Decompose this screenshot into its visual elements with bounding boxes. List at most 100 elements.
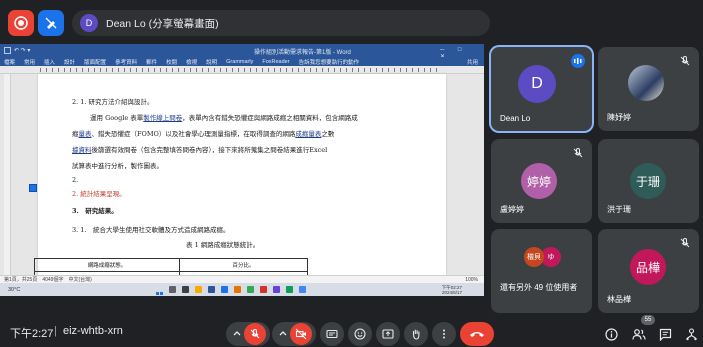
undo-icon: ↶ ↷ ▾ — [14, 48, 31, 54]
raise-hand-button[interactable] — [404, 322, 428, 346]
avatar: 于珊 — [630, 163, 666, 199]
avatar: 婷婷 — [521, 163, 557, 199]
more-vert-icon — [443, 329, 445, 339]
people-icon — [632, 328, 646, 340]
taskbar-app-icon[interactable] — [182, 286, 190, 293]
ribbon-tab[interactable]: 檔案 — [4, 58, 15, 66]
taskbar-clock: 下午02:27 2024/6/17 — [441, 284, 462, 295]
present-icon — [382, 329, 394, 339]
camera-control[interactable] — [272, 322, 316, 346]
avatar: 品樺 — [630, 249, 666, 285]
taskbar-app-icon[interactable] — [273, 286, 281, 293]
table-caption: 表 1 網路成癮狀態統計。 — [186, 241, 260, 249]
avatar: ゆ — [541, 247, 561, 267]
ribbon-tab[interactable]: FoxReader — [262, 59, 289, 65]
presenter-avatar: D — [80, 14, 98, 32]
participant-name: 林品樺 — [607, 295, 631, 304]
leave-call-button[interactable] — [460, 322, 494, 346]
word-app-icon[interactable] — [208, 286, 216, 293]
ribbon-tab[interactable]: Grammarly — [226, 59, 253, 65]
participant-tile[interactable]: 于珊 洪于珊 — [598, 139, 699, 223]
doc-subsection: 3. 1. 統合大學生使用社交軟體及方式造成網路成癮。 — [72, 226, 230, 234]
participant-name: 陳妤婷 — [607, 113, 631, 122]
doc-section-heading: 3. 研究結果。 — [72, 207, 118, 215]
meeting-info-button[interactable] — [600, 323, 622, 345]
hand-icon — [412, 329, 420, 340]
zoom-level[interactable]: 100% — [465, 277, 478, 283]
ruler-ticks — [40, 68, 440, 72]
camera-off-button[interactable] — [290, 323, 312, 345]
document-page[interactable]: 2. 1. 研究方法介紹與設計。 運用 Google 表單製作線上問卷，表單內含… — [38, 74, 446, 275]
chat-button[interactable] — [654, 323, 676, 345]
taskbar-app-icon[interactable] — [299, 286, 307, 293]
participant-tile[interactable]: 陳妤婷 — [598, 47, 699, 131]
word-status-text: 第1頁，共25頁 4049個字 中文(台灣) — [4, 277, 92, 283]
taskbar-search-icon[interactable] — [169, 286, 177, 293]
clock: 下午2:27 — [10, 328, 54, 340]
meeting-code[interactable]: eiz-whtb-xrn — [63, 325, 123, 337]
taskbar-app-icon[interactable] — [260, 286, 268, 293]
chevron-up-icon[interactable] — [278, 328, 288, 338]
participant-name: 盧婷婷 — [500, 205, 524, 214]
edge-icon[interactable] — [221, 286, 229, 293]
folder-icon[interactable] — [195, 286, 203, 293]
save-icon — [4, 47, 11, 54]
chat-icon — [659, 328, 671, 341]
profile-photo-avatar — [628, 65, 664, 101]
more-participants-tile[interactable]: 楷貝 ゆ 還有另外 49 位使用者 — [491, 229, 592, 313]
ribbon-tab[interactable]: 版面配置 — [84, 58, 106, 66]
ribbon-tab[interactable]: 設計 — [64, 58, 75, 66]
participant-name: 洪于珊 — [607, 205, 631, 214]
participant-tile[interactable]: D Dean Lo — [491, 47, 592, 131]
ribbon-tab[interactable]: 校閱 — [166, 58, 177, 66]
word-title: 操作組別活動需求報告-第1版 - Word — [254, 50, 351, 56]
taskbar-app-icon[interactable] — [234, 286, 242, 293]
doc-paragraph-line: 運用 Google 表單製作線上問卷，表單內含有錯失恐懼症與網路成癮之相關資料，… — [90, 114, 358, 122]
captions-button[interactable] — [320, 322, 344, 346]
word-title-bar: ↶ ↷ ▾ 操作組別活動需求報告-第1版 - Word ─ □ ✕ — [0, 44, 484, 60]
camera-off-icon — [295, 328, 307, 340]
shared-screen: ↶ ↷ ▾ 操作組別活動需求報告-第1版 - Word ─ □ ✕ 檔案 常用 … — [0, 44, 484, 296]
pen-off-icon — [45, 17, 57, 29]
people-button[interactable] — [628, 323, 650, 345]
ribbon-tab[interactable]: 檢視 — [186, 58, 197, 66]
ribbon-search[interactable]: 告訴我您想要執行的動作 — [299, 58, 360, 66]
ribbon-tab[interactable]: 郵件 — [146, 58, 157, 66]
annotate-button[interactable] — [38, 10, 64, 36]
word-ribbon: 檔案 常用 插入 設計 版面配置 參考資料 郵件 校閱 檢視 說明 Gramma… — [0, 57, 484, 66]
ribbon-tab[interactable]: 插入 — [44, 58, 55, 66]
recording-button[interactable] — [8, 10, 34, 36]
presenter-label: Dean Lo (分享螢幕畫面) — [106, 17, 219, 30]
ribbon-tab[interactable]: 常用 — [24, 58, 35, 66]
vertical-ruler — [4, 74, 11, 275]
taskbar-app-icon[interactable] — [286, 286, 294, 293]
emoji-icon — [354, 328, 366, 340]
mic-control[interactable] — [226, 322, 270, 346]
captions-icon — [326, 329, 338, 339]
doc-subheading: 2. 統計結果呈現。 — [72, 190, 126, 198]
doc-paragraph-line: 據資料後篩選有效問卷（包含完整填答問卷內容），接下來將所蒐集之問卷結果進行Exc… — [72, 146, 328, 154]
participant-count-badge: 55 — [641, 315, 655, 325]
word-status-bar: 第1頁，共25頁 4049個字 中文(台灣) 100% — [0, 275, 484, 283]
share-button[interactable]: 共用 — [467, 58, 478, 66]
present-screen-button[interactable] — [376, 322, 400, 346]
chrome-icon[interactable] — [247, 286, 255, 293]
participant-tile[interactable]: 品樺 林品樺 — [598, 229, 699, 313]
participant-name: Dean Lo — [500, 114, 531, 123]
table-row: 網路成癮狀態。 百分比。 — [34, 258, 308, 272]
ribbon-tab[interactable]: 參考資料 — [115, 58, 137, 66]
activities-button[interactable] — [680, 323, 702, 345]
windows-start-icon[interactable] — [156, 286, 164, 295]
activities-icon — [685, 327, 697, 340]
more-options-button[interactable] — [432, 322, 456, 346]
ribbon-tab[interactable]: 說明 — [206, 58, 217, 66]
mic-off-icon — [250, 328, 260, 339]
participant-tile[interactable]: 婷婷 盧婷婷 — [491, 139, 592, 223]
doc-paragraph-line: 試算表中進行分析，製作圖表。 — [72, 162, 163, 170]
mic-off-button[interactable] — [244, 323, 266, 345]
presenter-chip[interactable]: D Dean Lo (分享螢幕畫面) — [72, 10, 490, 36]
emoji-button[interactable] — [348, 322, 372, 346]
chevron-up-icon[interactable] — [232, 328, 242, 338]
weather-widget[interactable]: 30°C — [8, 287, 20, 293]
mic-off-icon — [680, 238, 690, 248]
